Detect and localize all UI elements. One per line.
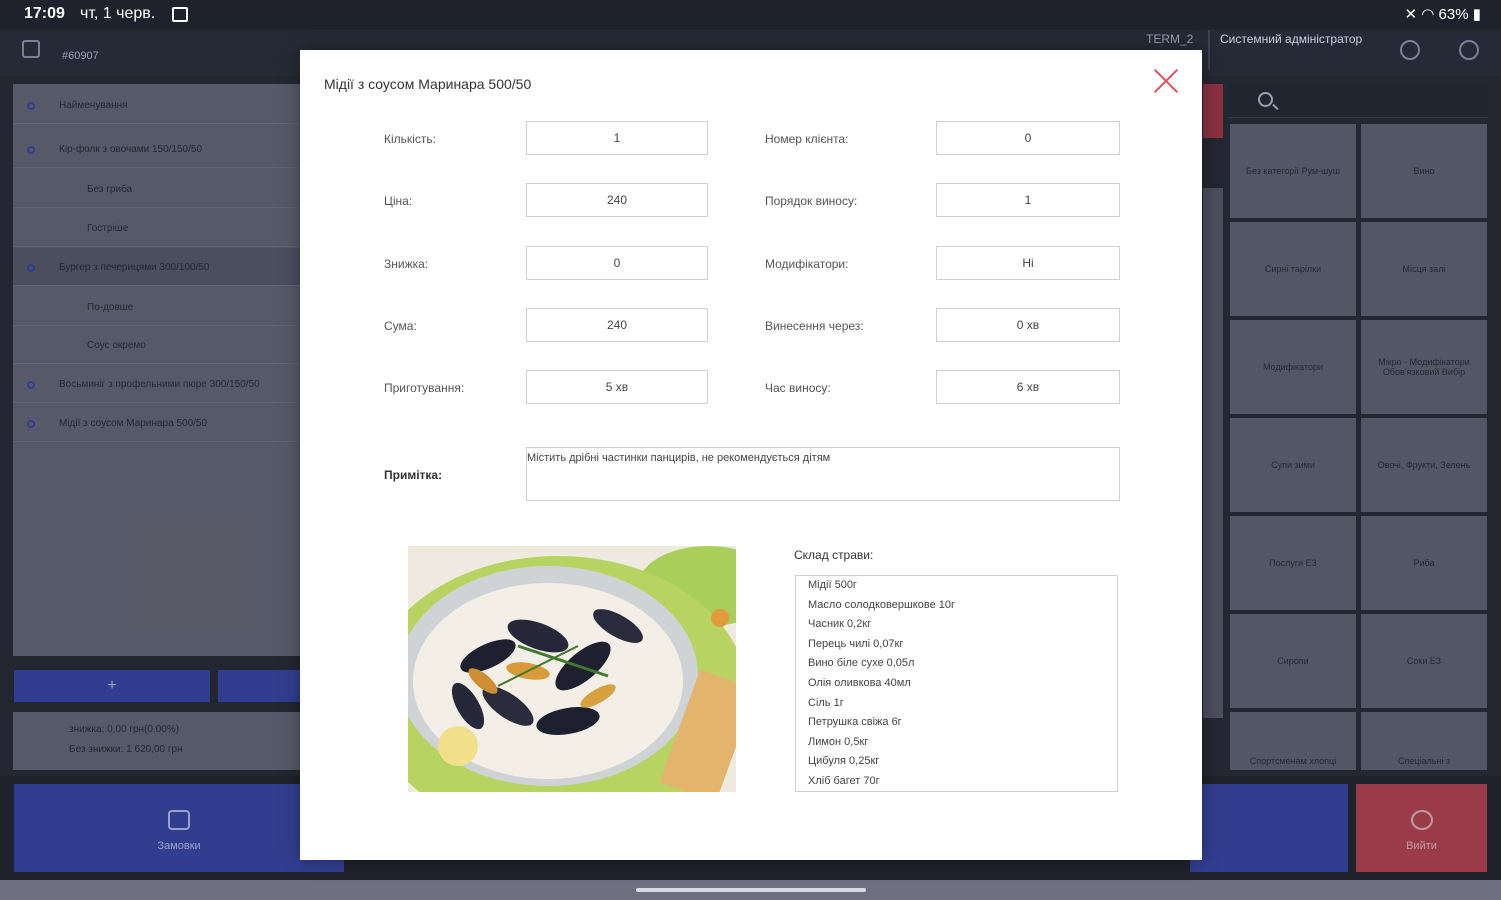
divider (1208, 30, 1210, 70)
close-icon[interactable] (1148, 64, 1184, 100)
serve-time-label: Час виносу: (765, 381, 831, 395)
list-item: Масло солодковершкове 10г (808, 598, 955, 611)
price-field[interactable]: 240 (526, 183, 708, 217)
composition-list[interactable]: Мідії 500г Масло солодковершкове 10г Час… (795, 575, 1118, 792)
list-item: Цибуля 0,25кг (808, 755, 880, 768)
sync-icon[interactable] (1400, 40, 1420, 60)
note-field[interactable]: Містить дрібні частинки панцирів, не рек… (526, 447, 1120, 501)
order-number: #60907 (62, 50, 99, 62)
serve-after-field[interactable]: 0 хв (936, 308, 1120, 342)
modifiers-label: Модифікатори: (765, 257, 849, 271)
note-label: Примітка: (384, 468, 443, 482)
serving-order-field[interactable]: 1 (936, 183, 1120, 217)
client-number-field[interactable]: 0 (936, 121, 1120, 155)
list-item: Хліб багет 70г (808, 774, 880, 787)
list-item: Вино біле сухе 0,05л (808, 657, 915, 670)
discount-label: Знижка: (384, 257, 429, 271)
list-item: Петрушка свіжа 6г (808, 716, 902, 729)
sum-label: Сума: (384, 319, 417, 333)
list-item: Сіль 1г (808, 696, 844, 709)
list-item: Мідії 500г (808, 579, 857, 591)
terminal-name: TERM_2 (1146, 32, 1194, 46)
cooking-time-label: Приготування: (384, 381, 465, 395)
gallery-icon (172, 7, 188, 22)
dish-details-dialog: Мідії з соусом Маринара 500/50 Кількість… (300, 50, 1202, 860)
refresh-icon[interactable] (1459, 40, 1479, 60)
list-item: Перець чилі 0,07кг (808, 637, 904, 650)
dialog-title: Мідії з соусом Маринара 500/50 (324, 76, 532, 92)
status-bar: 17:09 чт, 1 черв. ✕ ◠ 63% ▮ (0, 0, 1501, 30)
calendar-icon[interactable] (22, 40, 40, 58)
composition-label: Склад страви: (794, 548, 874, 562)
date: чт, 1 черв. (80, 5, 156, 22)
quantity-label: Кількість: (384, 132, 436, 146)
list-item: Лимон 0,5кг (808, 735, 869, 748)
modifiers-field[interactable]: Ні (936, 246, 1120, 280)
clock: 17:09 (24, 5, 65, 22)
mussels-image (408, 546, 736, 792)
serve-time-field[interactable]: 6 хв (936, 370, 1120, 404)
serve-after-label: Винесення через: (765, 319, 864, 333)
dish-photo (408, 546, 736, 792)
sum-field[interactable]: 240 (526, 308, 708, 342)
price-label: Ціна: (384, 194, 413, 208)
list-item: Часник 0,2кг (808, 618, 872, 631)
user-name: Системний адміністратор (1220, 32, 1363, 46)
system-nav-bar (0, 880, 1501, 900)
discount-field[interactable]: 0 (526, 246, 708, 280)
cooking-time-field[interactable]: 5 хв (526, 370, 708, 404)
client-number-label: Номер клієнта: (765, 132, 849, 146)
home-gesture-bar[interactable] (636, 888, 866, 892)
battery-level: ✕ ◠ 63% ▮ (1404, 6, 1481, 23)
quantity-field[interactable]: 1 (526, 121, 708, 155)
list-item: Олія оливкова 40мл (808, 676, 911, 689)
serving-order-label: Порядок виносу: (765, 194, 858, 208)
